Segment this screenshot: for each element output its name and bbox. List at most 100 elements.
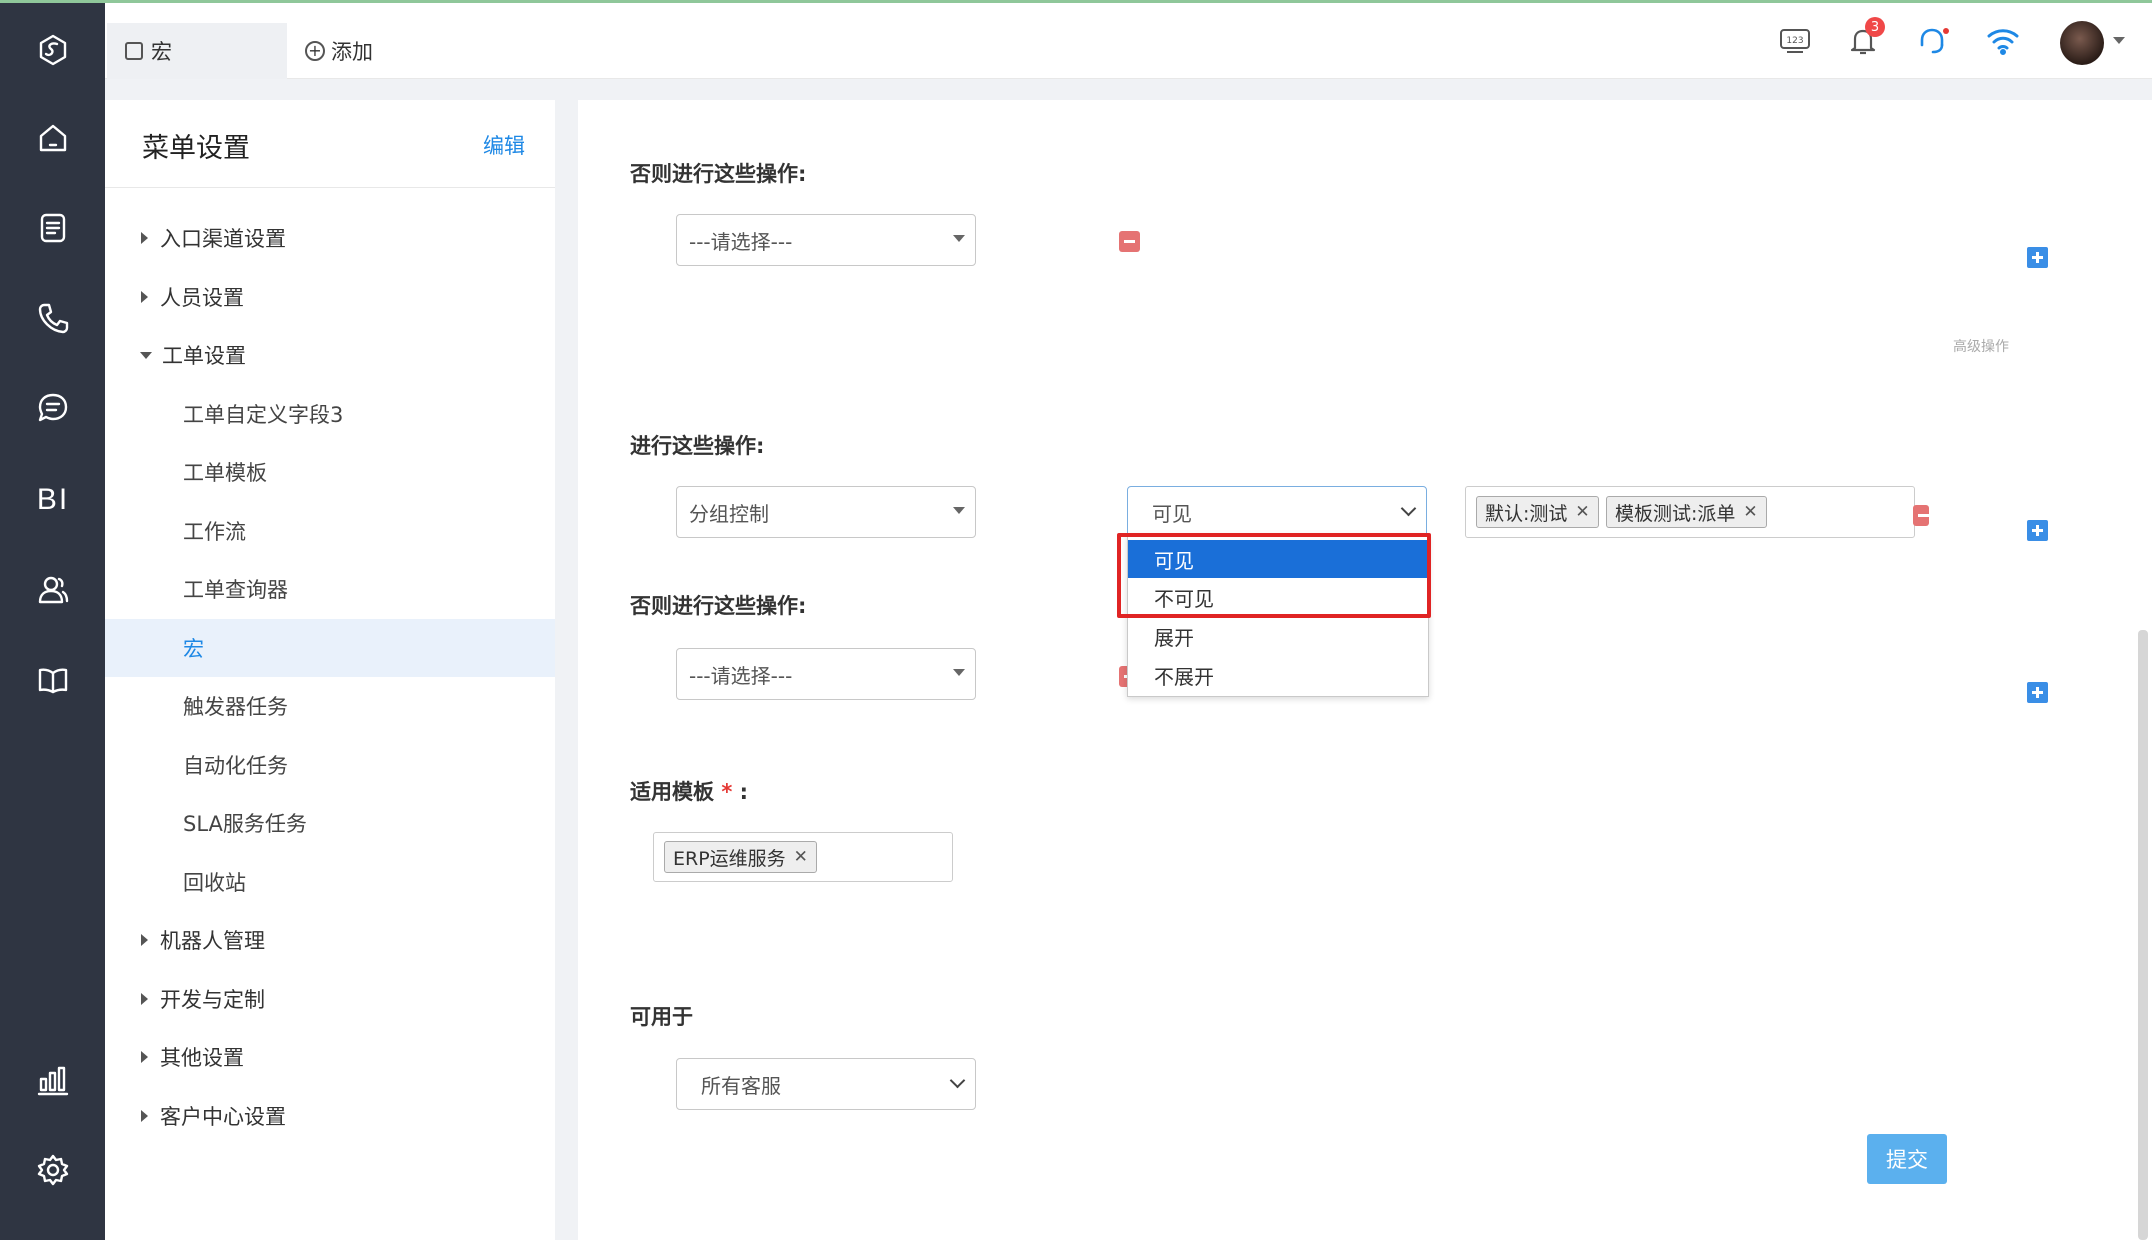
headset-icon[interactable] — [1913, 21, 1953, 61]
caret-right-icon — [141, 1051, 148, 1063]
top-header: 宏 + 添加 123 3 — [105, 3, 2152, 79]
submit-button[interactable]: 提交 — [1867, 1134, 1947, 1184]
bell-icon[interactable]: 3 — [1843, 17, 1885, 61]
menu-item-development[interactable]: 开发与定制 — [105, 970, 555, 1028]
caret-down-icon — [140, 351, 152, 359]
add-tab-button[interactable]: + 添加 — [305, 23, 373, 79]
menu-item-recycle-bin[interactable]: 回收站 — [105, 853, 555, 911]
menu-item-macro[interactable]: 宏 — [105, 619, 555, 677]
close-icon[interactable]: ✕ — [1743, 502, 1757, 522]
visibility-select[interactable]: 可见 — [1127, 486, 1427, 538]
caret-right-icon — [141, 1110, 148, 1122]
caret-down-icon — [953, 507, 965, 514]
menu-item-label: 客户中心设置 — [160, 1105, 286, 1129]
option-expand[interactable]: 展开 — [1128, 617, 1428, 655]
menu-item-other-settings[interactable]: 其他设置 — [105, 1028, 555, 1086]
template-tag: ERP运维服务 ✕ — [664, 841, 817, 873]
tag-label: 默认:测试 — [1485, 502, 1568, 525]
user-icon[interactable] — [30, 567, 76, 613]
advanced-actions-link[interactable]: 高级操作 — [1953, 336, 2009, 356]
template-tags-field[interactable]: ERP运维服务 ✕ — [653, 832, 953, 882]
book-icon[interactable] — [30, 657, 76, 703]
add-action-button[interactable] — [2027, 247, 2048, 268]
remove-action-button[interactable] — [1119, 231, 1140, 252]
keypad-icon[interactable]: 123 — [1775, 21, 1815, 61]
annotation-highlight-box — [1117, 533, 1431, 618]
logo-icon[interactable] — [30, 27, 76, 73]
select-value: 分组控制 — [689, 501, 769, 526]
menu-item-robot[interactable]: 机器人管理 — [105, 911, 555, 969]
wifi-icon[interactable] — [1983, 21, 2023, 61]
bi-icon[interactable]: BI — [30, 477, 76, 523]
menu-item-label: 工单设置 — [162, 344, 246, 368]
menu-item-staff[interactable]: 人员设置 — [105, 268, 555, 326]
chat-icon[interactable] — [30, 385, 76, 431]
menu-item-trigger-tasks[interactable]: 触发器任务 — [105, 677, 555, 735]
settings-icon[interactable] — [30, 1147, 76, 1193]
caret-down-icon — [953, 235, 965, 242]
caret-right-icon — [141, 232, 148, 244]
menu-item-workflow[interactable]: 工作流 — [105, 502, 555, 560]
menu-item-label: 人员设置 — [160, 286, 244, 310]
tab-macro[interactable]: 宏 — [107, 23, 287, 79]
option-collapse[interactable]: 不展开 — [1128, 656, 1428, 694]
menu-item-label: 入口渠道设置 — [160, 227, 286, 251]
document-icon — [125, 42, 143, 60]
add-action-button[interactable] — [2027, 520, 2048, 541]
notification-badge: 3 — [1865, 17, 1885, 37]
avatar[interactable] — [2060, 21, 2104, 65]
group-tag: 默认:测试 ✕ — [1476, 496, 1599, 528]
menu-item-label: 工作流 — [183, 520, 246, 544]
menu-item-sla-tasks[interactable]: SLA服务任务 — [105, 794, 555, 852]
do-actions-label: 进行这些操作: — [630, 434, 765, 458]
chevron-down-icon — [1400, 500, 1417, 517]
menu-item-label: 宏 — [183, 637, 204, 661]
menu-item-ticket-query[interactable]: 工单查询器 — [105, 560, 555, 618]
else-action-select[interactable]: ---请选择--- — [676, 648, 976, 700]
document-icon[interactable] — [30, 205, 76, 251]
menu-item-ticket-template[interactable]: 工单模板 — [105, 443, 555, 501]
chevron-down-icon[interactable] — [2113, 37, 2125, 44]
caret-right-icon — [141, 291, 148, 303]
menu-item-ticket-settings[interactable]: 工单设置 — [105, 326, 555, 384]
plus-circle-icon: + — [305, 41, 325, 61]
svg-text:123: 123 — [1786, 36, 1803, 46]
group-tags-field[interactable]: 默认:测试 ✕ 模板测试:派单 ✕ — [1465, 486, 1915, 538]
menu-item-entry-channel[interactable]: 入口渠道设置 — [105, 209, 555, 267]
menu-item-custom-fields[interactable]: 工单自定义字段3 — [105, 385, 555, 443]
action-type-select[interactable]: 分组控制 — [676, 486, 976, 538]
stats-icon[interactable] — [30, 1057, 76, 1103]
add-action-button[interactable] — [2027, 682, 2048, 703]
template-label: 适用模板 * : — [630, 776, 748, 806]
phone-icon[interactable] — [30, 295, 76, 341]
menu-item-label: SLA服务任务 — [183, 812, 307, 836]
tag-label: ERP运维服务 — [673, 847, 786, 870]
scrollbar[interactable] — [2138, 630, 2148, 1240]
else-action-select[interactable]: ---请选择--- — [676, 214, 976, 266]
select-value: ---请选择--- — [689, 229, 793, 254]
close-icon[interactable]: ✕ — [794, 847, 808, 867]
else-actions-label: 否则进行这些操作: — [630, 594, 807, 618]
menu-item-label: 开发与定制 — [160, 988, 265, 1012]
chevron-down-icon — [949, 1072, 966, 1089]
required-mark: * — [721, 780, 733, 804]
menu-title: 菜单设置 — [142, 133, 250, 164]
menu-item-automation-tasks[interactable]: 自动化任务 — [105, 736, 555, 794]
menu-item-label: 工单模板 — [183, 461, 267, 485]
menu-item-label: 机器人管理 — [160, 929, 265, 953]
menu-item-label: 工单自定义字段3 — [183, 403, 344, 427]
tag-label: 模板测试:派单 — [1615, 502, 1736, 525]
caret-right-icon — [141, 993, 148, 1005]
home-icon[interactable] — [30, 115, 76, 161]
template-label-text: 适用模板 — [630, 780, 714, 804]
caret-down-icon — [953, 669, 965, 676]
menu-item-label: 自动化任务 — [183, 754, 288, 778]
close-icon[interactable]: ✕ — [1575, 502, 1589, 522]
tab-label: 宏 — [151, 40, 172, 64]
menu-item-label: 其他设置 — [160, 1046, 244, 1070]
menu-edit-link[interactable]: 编辑 — [483, 130, 525, 160]
menu-item-customer-center[interactable]: 客户中心设置 — [105, 1087, 555, 1145]
available-for-select[interactable]: 所有客服 — [676, 1058, 976, 1110]
remove-action-button[interactable] — [1913, 505, 1929, 526]
icon-rail: BI — [0, 3, 105, 1240]
